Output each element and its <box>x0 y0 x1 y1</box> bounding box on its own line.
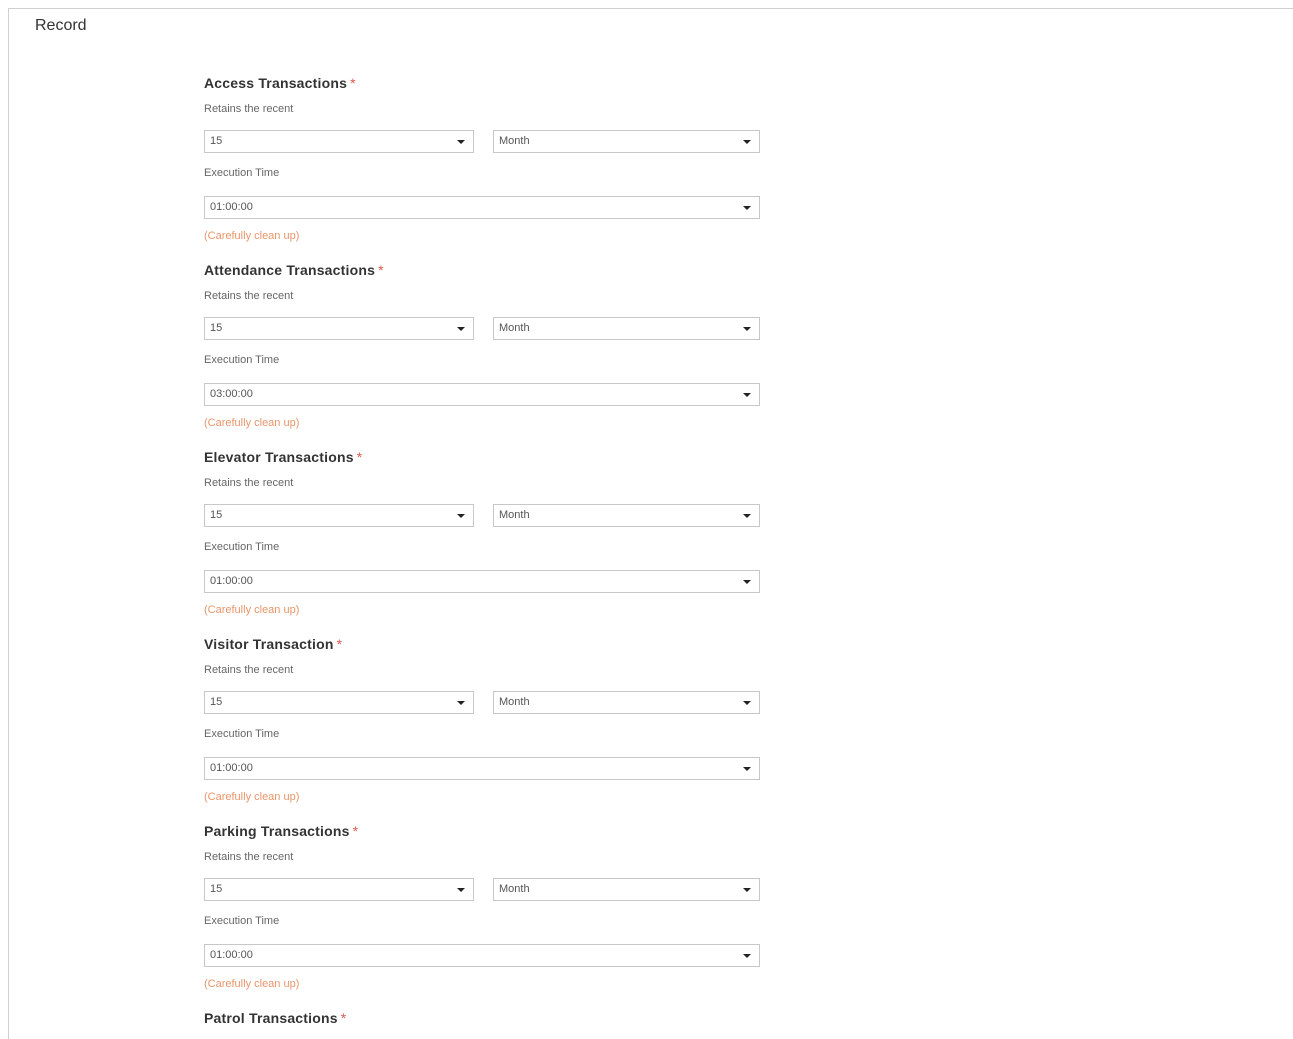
retains-label: Retains the recent <box>204 103 294 115</box>
retention-unit-select[interactable]: Month <box>493 317 760 340</box>
retention-count-select[interactable]: 15 <box>204 504 474 527</box>
visitor-transaction-section: Visitor Transaction * Retains the recent … <box>204 636 764 826</box>
caret-down-icon <box>743 701 751 705</box>
retention-unit-select[interactable]: Month <box>493 878 760 901</box>
caret-down-icon <box>743 140 751 144</box>
elevator-transactions-section: Elevator Transactions * Retains the recen… <box>204 449 764 639</box>
execution-time-label: Execution Time <box>204 915 280 927</box>
execution-time-label: Execution Time <box>204 541 280 553</box>
retention-unit-select[interactable]: Month <box>493 130 760 153</box>
clean-up-hint: (Carefully clean up) <box>204 417 300 429</box>
required-marker: * <box>340 1010 347 1026</box>
retention-unit-select[interactable]: Month <box>493 504 760 527</box>
section-title: Parking Transactions * <box>204 823 359 839</box>
execution-time-select[interactable]: 01:00:00 <box>204 944 760 967</box>
retains-label: Retains the recent <box>204 477 294 489</box>
caret-down-icon <box>457 701 465 705</box>
execution-time-label: Execution Time <box>204 728 280 740</box>
section-title: Access Transactions * <box>204 75 356 91</box>
retains-label: Retains the recent <box>204 290 294 302</box>
required-marker: * <box>336 636 343 652</box>
required-marker: * <box>378 262 384 278</box>
execution-time-select[interactable]: 01:00:00 <box>204 196 760 219</box>
caret-down-icon <box>743 393 751 397</box>
caret-down-icon <box>457 514 465 518</box>
retains-label: Retains the recent <box>204 851 294 863</box>
access-transactions-section: Access Transactions * Retains the recent … <box>204 75 764 265</box>
caret-down-icon <box>743 888 751 892</box>
execution-time-label: Execution Time <box>204 354 280 366</box>
caret-down-icon <box>457 327 465 331</box>
clean-up-hint: (Carefully clean up) <box>204 978 300 990</box>
attendance-transactions-section: Attendance Transactions * Retains the rec… <box>204 262 764 452</box>
clean-up-hint: (Carefully clean up) <box>204 604 300 616</box>
section-title: Visitor Transaction * <box>204 636 343 652</box>
caret-down-icon <box>743 954 751 958</box>
panel-title: Record <box>35 17 87 34</box>
caret-down-icon <box>743 514 751 518</box>
caret-down-icon <box>743 327 751 331</box>
caret-down-icon <box>457 888 465 892</box>
execution-time-select[interactable]: 01:00:00 <box>204 570 760 593</box>
caret-down-icon <box>457 140 465 144</box>
caret-down-icon <box>743 206 751 210</box>
caret-down-icon <box>743 580 751 584</box>
execution-time-select[interactable]: 01:00:00 <box>204 757 760 780</box>
parking-transactions-section: Parking Transactions * Retains the recent… <box>204 823 764 1013</box>
execution-time-select[interactable]: 03:00:00 <box>204 383 760 406</box>
section-title: Elevator Transactions * <box>204 449 363 465</box>
required-marker: * <box>356 449 363 465</box>
section-title: Patrol Transactions * <box>204 1010 347 1026</box>
retains-label: Retains the recent <box>204 664 294 676</box>
required-marker: * <box>350 75 356 91</box>
patrol-transactions-section: Patrol Transactions * <box>204 1010 764 1030</box>
clean-up-hint: (Carefully clean up) <box>204 230 300 242</box>
retention-count-select[interactable]: 15 <box>204 130 474 153</box>
retention-count-select[interactable]: 15 <box>204 878 474 901</box>
record-panel: Record Access Transactions * Retains the … <box>8 8 1293 1039</box>
retention-unit-select[interactable]: Month <box>493 691 760 714</box>
retention-count-select[interactable]: 15 <box>204 317 474 340</box>
execution-time-label: Execution Time <box>204 167 280 179</box>
clean-up-hint: (Carefully clean up) <box>204 791 300 803</box>
required-marker: * <box>352 823 359 839</box>
caret-down-icon <box>743 767 751 771</box>
section-title: Attendance Transactions * <box>204 262 384 278</box>
retention-count-select[interactable]: 15 <box>204 691 474 714</box>
